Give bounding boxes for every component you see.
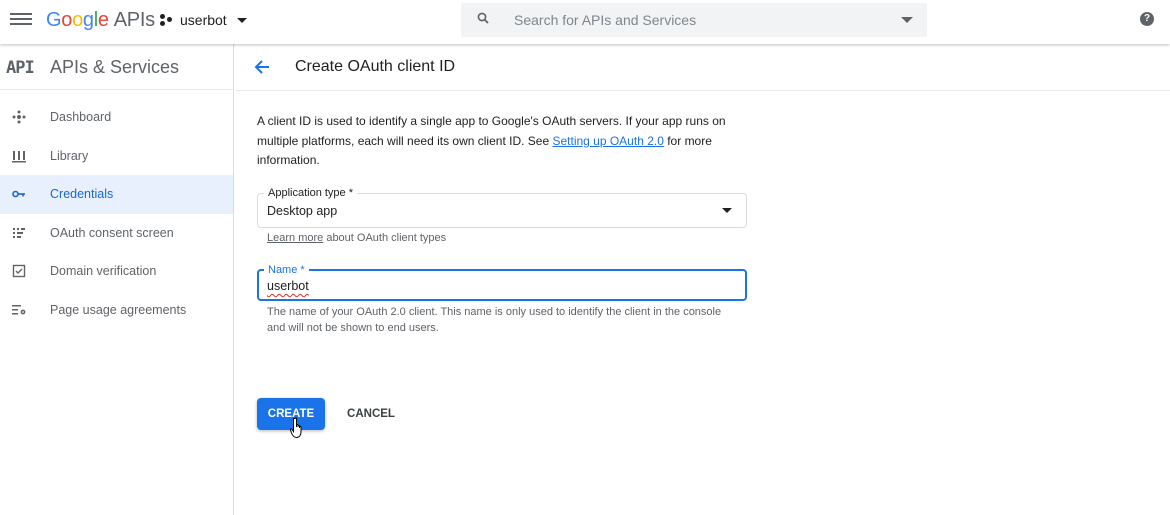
key-icon xyxy=(12,190,25,198)
hand-cursor-icon xyxy=(290,417,302,439)
sidebar-item-page-usage[interactable]: Page usage agreements xyxy=(0,291,233,330)
name-field[interactable]: Name * userbot xyxy=(257,264,747,301)
project-name: userbot xyxy=(180,12,227,28)
consent-screen-icon xyxy=(13,227,25,238)
dashboard-icon xyxy=(12,110,26,124)
google-apis-logo[interactable]: Google APIs xyxy=(46,9,155,32)
cancel-button[interactable]: CANCEL xyxy=(336,398,406,430)
chevron-down-icon xyxy=(722,208,732,213)
search-icon xyxy=(477,12,489,24)
project-selector[interactable]: userbot xyxy=(160,12,247,28)
sidebar-item-label: Domain verification xyxy=(50,264,157,279)
sidebar-title: APIs & Services xyxy=(50,57,180,77)
page-header: Create OAuth client ID xyxy=(235,44,1170,91)
name-label: Name * xyxy=(264,264,309,276)
top-bar: Google APIs userbot Search for APIs and S… xyxy=(0,0,1170,44)
sidebar-item-label: OAuth consent screen xyxy=(50,225,174,240)
domain-verification-icon xyxy=(12,264,26,278)
sidebar-item-dashboard[interactable]: Dashboard xyxy=(0,98,233,137)
form-description: A client ID is used to identify a single… xyxy=(257,112,747,171)
help-icon[interactable]: ? xyxy=(1140,12,1154,26)
learn-more-hint: Learn more about OAuth client types xyxy=(267,230,446,246)
search-dropdown-icon[interactable] xyxy=(901,17,913,23)
name-value: userbot xyxy=(267,279,309,293)
project-icon xyxy=(160,13,174,27)
search-placeholder: Search for APIs and Services xyxy=(514,12,697,28)
sidebar-header: API APIs & Services xyxy=(0,44,233,90)
chevron-down-icon xyxy=(236,17,247,23)
search-input[interactable]: Search for APIs and Services xyxy=(461,3,927,37)
learn-more-link[interactable]: Learn more xyxy=(267,232,323,244)
logo-brand: Google xyxy=(46,9,109,31)
setting-up-oauth-link[interactable]: Setting up OAuth 2.0 xyxy=(552,134,663,148)
sidebar-item-label: Library xyxy=(50,148,89,163)
api-badge-icon: API xyxy=(6,58,35,78)
logo-product: APIs xyxy=(113,9,155,31)
sidebar-item-credentials[interactable]: Credentials xyxy=(0,175,233,214)
library-icon xyxy=(12,150,26,162)
sidebar-item-label: Dashboard xyxy=(50,110,112,125)
application-type-select[interactable]: Application type * Desktop app xyxy=(257,187,747,228)
page-title: Create OAuth client ID xyxy=(295,58,456,75)
sidebar-item-label: Credentials xyxy=(50,187,114,202)
settings-list-icon xyxy=(12,304,26,314)
sidebar-item-library[interactable]: Library xyxy=(0,137,233,176)
sidebar-item-oauth-consent[interactable]: OAuth consent screen xyxy=(0,214,233,253)
sidebar-item-label: Page usage agreements xyxy=(50,302,187,317)
sidebar: API APIs & Services Dashboard Library Cr… xyxy=(0,44,234,515)
application-type-label: Application type * xyxy=(264,187,357,199)
learn-more-text: about OAuth client types xyxy=(323,232,447,244)
back-arrow-icon[interactable] xyxy=(251,56,273,78)
application-type-value: Desktop app xyxy=(267,204,338,218)
sidebar-item-domain-verification[interactable]: Domain verification xyxy=(0,252,233,291)
menu-icon[interactable] xyxy=(10,10,32,32)
create-client-form: A client ID is used to identify a single… xyxy=(257,112,757,334)
name-hint: The name of your OAuth 2.0 client. This … xyxy=(267,306,722,334)
